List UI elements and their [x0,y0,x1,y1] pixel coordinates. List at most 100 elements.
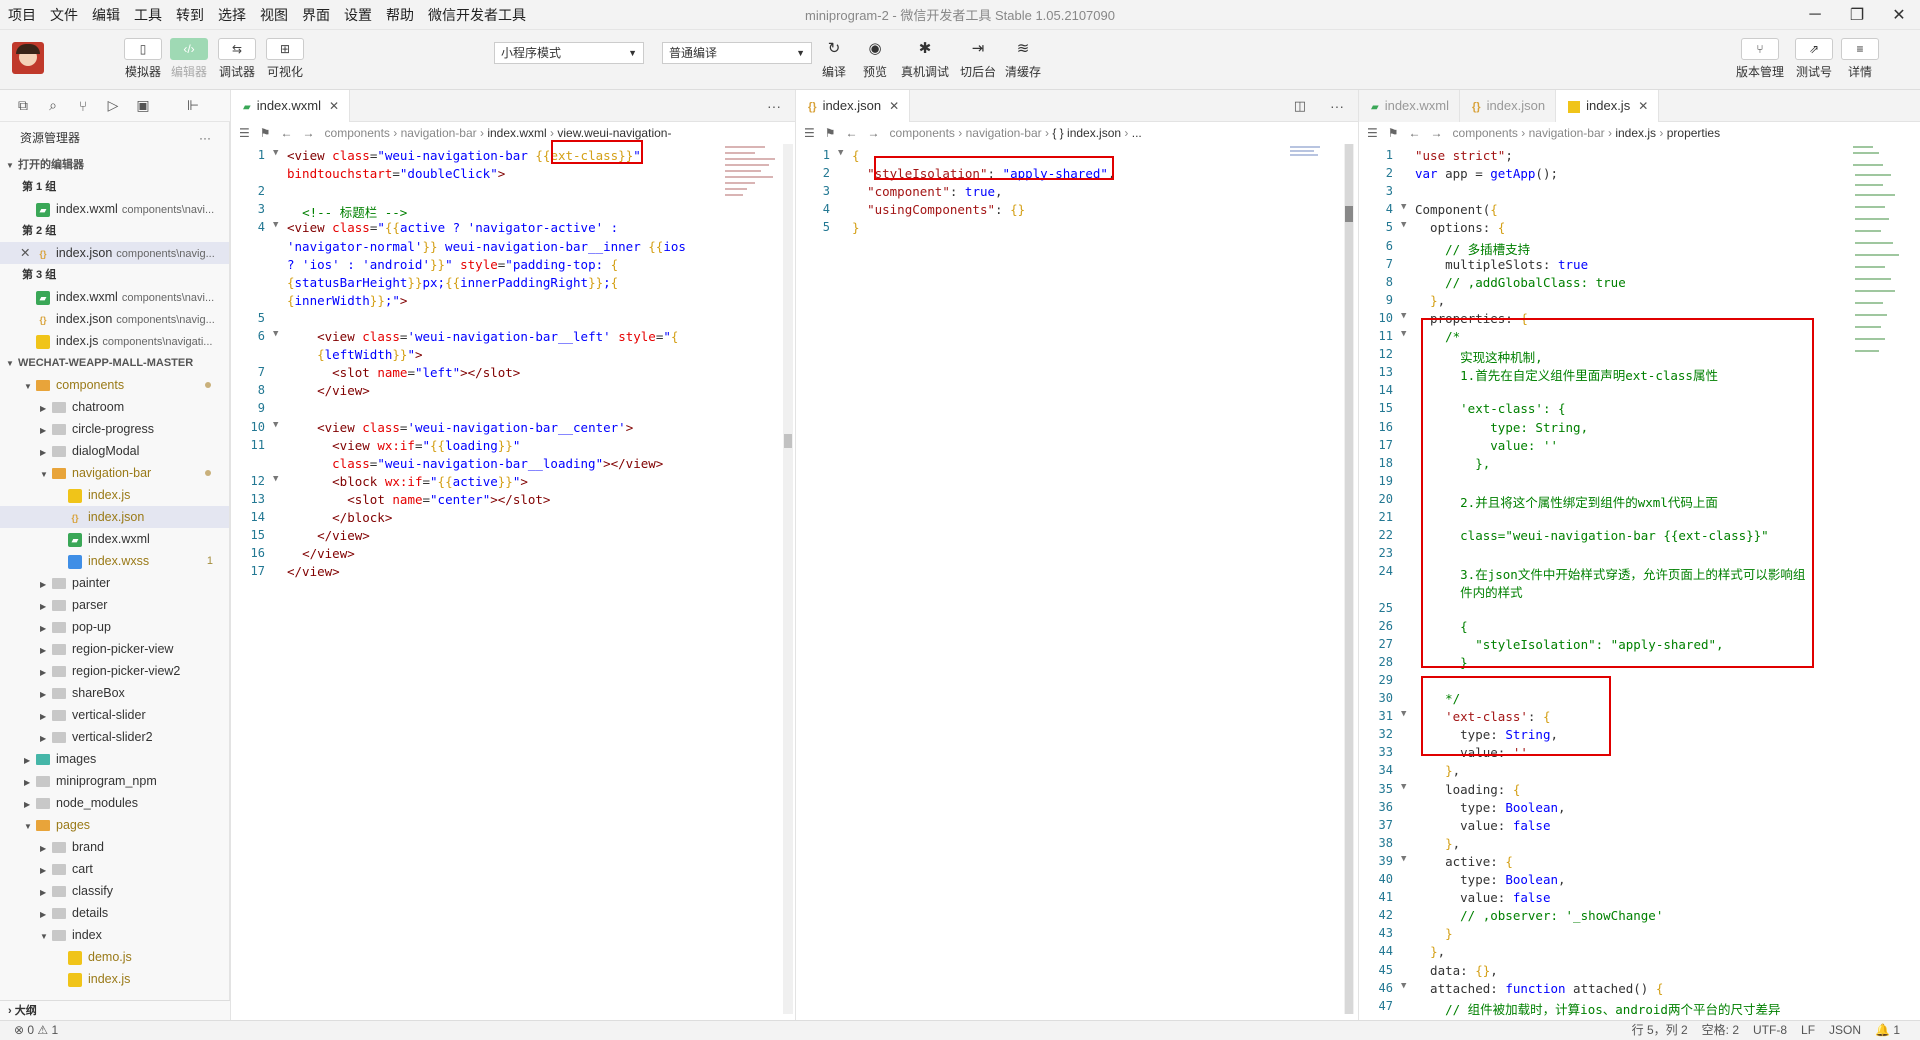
menu-item[interactable]: 工具 [134,5,162,25]
tree-folder[interactable]: ▶ vertical-slider2 [0,726,229,748]
tree-file[interactable]: index.wxss 1 [0,550,229,572]
tree-folder[interactable]: ▶ brand [0,836,229,858]
simulator-button[interactable]: ▯ 模拟器 [120,38,166,80]
menu-item[interactable]: 选择 [218,5,246,25]
list-icon[interactable]: ☰ [239,126,250,140]
tree-folder[interactable]: ▶ region-picker-view2 [0,660,229,682]
close-icon[interactable]: ✕ [1878,0,1920,30]
menu-item[interactable]: 转到 [176,5,204,25]
fold-icon[interactable]: ▼ [273,420,278,430]
fold-icon[interactable]: ▼ [273,220,278,230]
compile-mode-select[interactable]: 普通编译 ▼ [662,42,812,64]
forward-icon[interactable]: → [303,126,315,140]
visual-button[interactable]: ⊞ 可视化 [262,38,308,80]
breadcrumb-item[interactable]: navigation-bar [401,126,477,140]
tree-folder[interactable]: ▼ index [0,924,229,946]
language-mode[interactable]: JSON [1829,1021,1861,1040]
tree-file[interactable]: ▰ index.wxml [0,528,229,550]
tree-folder[interactable]: ▶ cart [0,858,229,880]
search-icon[interactable]: ⌕ [38,97,68,114]
tree-file[interactable]: index.js [0,968,229,990]
breadcrumb-item[interactable]: components [1453,126,1518,140]
bookmark-icon[interactable]: ⚑ [260,126,271,140]
close-icon[interactable]: ✕ [1638,99,1648,113]
scroll-thumb[interactable] [1345,144,1353,1014]
tree-folder[interactable]: ▼ navigation-bar [0,462,229,484]
more-icon[interactable]: ··· [1330,90,1344,122]
fold-icon[interactable]: ▼ [273,148,278,158]
fold-icon[interactable]: ▼ [1401,220,1406,230]
more-icon[interactable]: ··· [199,122,211,154]
tree-folder[interactable]: ▶ classify [0,880,229,902]
fold-icon[interactable]: ▼ [1401,782,1406,792]
menu-item[interactable]: 项目 [8,5,36,25]
scrollbar[interactable] [1344,144,1354,1014]
menu-item[interactable]: 视图 [260,5,288,25]
close-icon[interactable]: ✕ [889,99,899,113]
fold-icon[interactable]: ▼ [273,474,278,484]
collapse-icon[interactable]: ⊩ [178,97,208,114]
encoding[interactable]: UTF-8 [1753,1021,1787,1040]
fold-icon[interactable]: ▼ [1401,311,1406,321]
extensions-icon[interactable]: ▣ [128,97,158,114]
minimize-icon[interactable]: ─ [1794,0,1836,30]
fold-icon[interactable]: ▼ [1401,854,1406,864]
tab-index-wxml[interactable]: ▰ index.wxml ✕ [231,90,351,122]
breadcrumb-item[interactable]: components [890,126,955,140]
open-editor-item[interactable]: index.js components\navigati... [0,330,229,352]
files-icon[interactable]: ⧉ [8,97,38,114]
back-icon[interactable]: ← [281,126,293,140]
breadcrumb-item[interactable]: view.weui-navigation- [557,126,671,140]
open-editor-item[interactable]: ✕ {} index.json components\navig... [0,242,229,264]
scroll-thumb[interactable] [784,434,792,448]
tree-file[interactable]: index.js [0,484,229,506]
minimap[interactable] [1288,144,1346,164]
code-area[interactable]: 1 ▼ <view class="weui-navigation-bar {{ext… [231,144,795,592]
menu-item[interactable]: 设置 [344,5,372,25]
breadcrumb-item[interactable]: { } index.json [1052,126,1121,140]
open-editor-item[interactable]: ▰ index.wxml components\navi... [0,198,229,220]
bookmark-icon[interactable]: ⚑ [1388,126,1399,140]
more-icon[interactable]: ··· [767,90,781,122]
minimap[interactable] [723,144,781,224]
back-icon[interactable]: ← [1409,126,1421,140]
preview-button[interactable]: ◉ 预览 [855,38,895,80]
problems-count[interactable]: ⊗ 0 ⚠ 1 [14,1021,58,1040]
debugger-button[interactable]: ⇆ 调试器 [214,38,260,80]
breadcrumb-item[interactable]: properties [1667,126,1720,140]
outline-section[interactable]: › 大纲 [0,1000,230,1020]
menu-item[interactable]: 界面 [302,5,330,25]
open-editor-item[interactable]: ▰ index.wxml components\navi... [0,286,229,308]
tree-folder[interactable]: ▶ dialogModal [0,440,229,462]
source-control-icon[interactable]: ⑂ [68,98,98,114]
scrollbar[interactable] [783,144,793,1014]
tree-folder[interactable]: ▶ painter [0,572,229,594]
tab-index-json[interactable]: {} index.json ✕ [796,90,911,122]
back-icon[interactable]: ← [846,126,858,140]
fold-icon[interactable]: ▼ [1401,981,1406,991]
notifications-icon[interactable]: 🔔 1 [1875,1021,1900,1040]
menu-item[interactable]: 编辑 [92,5,120,25]
list-icon[interactable]: ☰ [1367,126,1378,140]
mode-select[interactable]: 小程序模式 ▼ [494,42,644,64]
forward-icon[interactable]: → [1431,126,1443,140]
tree-folder[interactable]: ▶ circle-progress [0,418,229,440]
tree-folder[interactable]: ▶ details [0,902,229,924]
breadcrumb-item[interactable]: components [325,126,390,140]
tree-folder[interactable]: ▶ region-picker-view [0,638,229,660]
breadcrumb-item[interactable]: index.js [1615,126,1656,140]
tree-file[interactable]: demo.js [0,946,229,968]
remote-debug-button[interactable]: ✱ 真机调试 [897,38,953,80]
test-account-button[interactable]: ⇗ 测试号 [1792,38,1836,80]
fold-icon[interactable]: ▼ [1401,709,1406,719]
tree-folder[interactable]: ▶ vertical-slider [0,704,229,726]
breadcrumb-item[interactable]: index.wxml [487,126,546,140]
fold-icon[interactable]: ▼ [273,329,278,339]
tab-index-json[interactable]: {} index.json [1460,90,1557,122]
breadcrumb-item[interactable]: navigation-bar [966,126,1042,140]
tree-folder[interactable]: ▶ images [0,748,229,770]
version-button[interactable]: ⑂ 版本管理 [1734,38,1786,80]
tree-folder[interactable]: ▶ node_modules [0,792,229,814]
bookmark-icon[interactable]: ⚑ [825,126,836,140]
forward-icon[interactable]: → [868,126,880,140]
